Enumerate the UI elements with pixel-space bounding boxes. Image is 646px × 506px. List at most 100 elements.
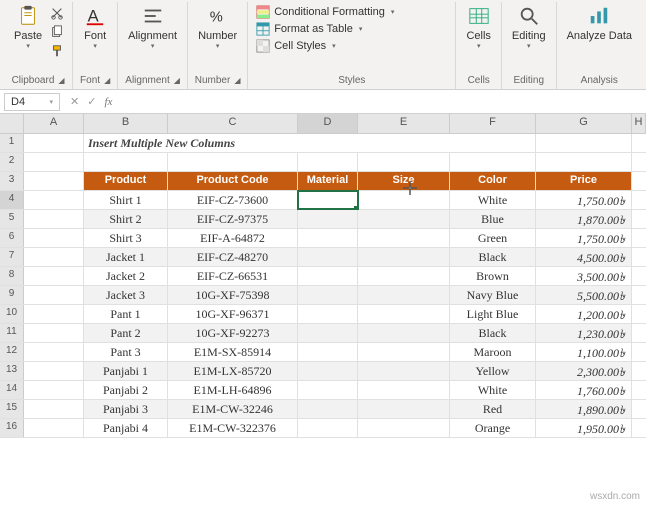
cell-size[interactable] bbox=[358, 248, 450, 266]
cell-color[interactable]: Yellow bbox=[450, 362, 536, 380]
conditional-formatting-button[interactable]: Conditional Formatting▾ bbox=[254, 4, 449, 20]
select-all-corner[interactable] bbox=[0, 114, 24, 133]
cell-price[interactable]: 1,100.00৳ bbox=[536, 343, 632, 361]
col-header-A[interactable]: A bbox=[24, 114, 84, 133]
cells-button[interactable]: Cells ▾ bbox=[462, 2, 494, 52]
row-header-10[interactable]: 10 bbox=[0, 305, 24, 323]
cell-size[interactable] bbox=[358, 305, 450, 323]
cell[interactable] bbox=[24, 419, 84, 437]
cell-material[interactable] bbox=[298, 419, 358, 437]
cell-material[interactable] bbox=[298, 362, 358, 380]
cell-product[interactable]: Panjabi 3 bbox=[84, 400, 168, 418]
cell[interactable] bbox=[84, 153, 168, 171]
row-header-2[interactable]: 2 bbox=[0, 153, 24, 171]
cell[interactable] bbox=[24, 305, 84, 323]
dialog-launcher-icon[interactable]: ◢ bbox=[58, 76, 64, 85]
cell-price[interactable]: 3,500.00৳ bbox=[536, 267, 632, 285]
cell-color[interactable]: White bbox=[450, 191, 536, 209]
cell-price[interactable]: 2,300.00৳ bbox=[536, 362, 632, 380]
cell-material[interactable] bbox=[298, 267, 358, 285]
cell[interactable] bbox=[298, 153, 358, 171]
font-button[interactable]: A Font ▾ bbox=[79, 2, 111, 52]
cell[interactable] bbox=[450, 153, 536, 171]
cell[interactable] bbox=[24, 153, 84, 171]
col-header-F[interactable]: F bbox=[450, 114, 536, 133]
cell-color[interactable]: Orange bbox=[450, 419, 536, 437]
table-header-code[interactable]: Product Code bbox=[168, 172, 298, 190]
cell-code[interactable]: E1M-LH-64896 bbox=[168, 381, 298, 399]
cell-code[interactable]: E1M-LX-85720 bbox=[168, 362, 298, 380]
cell[interactable] bbox=[24, 210, 84, 228]
col-header-C[interactable]: C bbox=[168, 114, 298, 133]
cell-size[interactable] bbox=[358, 343, 450, 361]
cell-size[interactable] bbox=[358, 400, 450, 418]
cell-material[interactable] bbox=[298, 229, 358, 247]
cell-code[interactable]: EIF-A-64872 bbox=[168, 229, 298, 247]
cell-color[interactable]: Light Blue bbox=[450, 305, 536, 323]
cell-material[interactable] bbox=[298, 191, 358, 209]
cell[interactable] bbox=[24, 286, 84, 304]
cell[interactable] bbox=[168, 153, 298, 171]
cell[interactable] bbox=[24, 362, 84, 380]
editing-button[interactable]: Editing ▾ bbox=[508, 2, 550, 52]
cell-code[interactable]: EIF-CZ-66531 bbox=[168, 267, 298, 285]
cell-size[interactable] bbox=[358, 419, 450, 437]
sheet-title[interactable]: Insert Multiple New Columns bbox=[84, 134, 536, 152]
format-painter-button[interactable] bbox=[48, 42, 66, 60]
copy-button[interactable] bbox=[48, 23, 66, 41]
cell-size[interactable] bbox=[358, 286, 450, 304]
table-header-product[interactable]: Product bbox=[84, 172, 168, 190]
enter-formula-button[interactable]: ✓ bbox=[87, 95, 96, 108]
row-header-12[interactable]: 12 bbox=[0, 343, 24, 361]
row-header-1[interactable]: 1 bbox=[0, 134, 24, 152]
cell-color[interactable]: Red bbox=[450, 400, 536, 418]
cell-color[interactable]: Black bbox=[450, 324, 536, 342]
cell-color[interactable]: Brown bbox=[450, 267, 536, 285]
cell-code[interactable]: E1M-CW-322376 bbox=[168, 419, 298, 437]
row-header-11[interactable]: 11 bbox=[0, 324, 24, 342]
cell[interactable] bbox=[24, 134, 84, 152]
cell-price[interactable]: 1,950.00৳ bbox=[536, 419, 632, 437]
cell-size[interactable] bbox=[358, 324, 450, 342]
cell-size[interactable] bbox=[358, 229, 450, 247]
cell-color[interactable]: White bbox=[450, 381, 536, 399]
cell-material[interactable] bbox=[298, 343, 358, 361]
dialog-launcher-icon[interactable]: ◢ bbox=[104, 76, 110, 85]
col-header-B[interactable]: B bbox=[84, 114, 168, 133]
name-box[interactable]: D4 ▾ bbox=[4, 93, 60, 111]
cell-size[interactable] bbox=[358, 362, 450, 380]
row-header-5[interactable]: 5 bbox=[0, 210, 24, 228]
row-header-3[interactable]: 3 bbox=[0, 172, 24, 190]
row-header-6[interactable]: 6 bbox=[0, 229, 24, 247]
cell-code[interactable]: EIF-CZ-73600 bbox=[168, 191, 298, 209]
col-header-H[interactable]: H bbox=[632, 114, 646, 133]
cell-price[interactable]: 1,750.00৳ bbox=[536, 229, 632, 247]
cell-product[interactable]: Jacket 3 bbox=[84, 286, 168, 304]
cell-product[interactable]: Jacket 2 bbox=[84, 267, 168, 285]
cell-product[interactable]: Panjabi 1 bbox=[84, 362, 168, 380]
row-header-16[interactable]: 16 bbox=[0, 419, 24, 437]
table-header-price[interactable]: Price bbox=[536, 172, 632, 190]
cell[interactable] bbox=[358, 153, 450, 171]
cell[interactable] bbox=[24, 248, 84, 266]
cell-size[interactable] bbox=[358, 267, 450, 285]
cell-size[interactable] bbox=[358, 210, 450, 228]
cell-color[interactable]: Navy Blue bbox=[450, 286, 536, 304]
cell-size[interactable] bbox=[358, 191, 450, 209]
col-header-D[interactable]: D bbox=[298, 114, 358, 133]
number-button[interactable]: % Number ▾ bbox=[194, 2, 241, 52]
cell-price[interactable]: 1,200.00৳ bbox=[536, 305, 632, 323]
cell-material[interactable] bbox=[298, 248, 358, 266]
row-header-14[interactable]: 14 bbox=[0, 381, 24, 399]
cell-code[interactable]: E1M-SX-85914 bbox=[168, 343, 298, 361]
cell[interactable] bbox=[24, 381, 84, 399]
cell-code[interactable]: EIF-CZ-48270 bbox=[168, 248, 298, 266]
cell-code[interactable]: E1M-CW-32246 bbox=[168, 400, 298, 418]
cancel-formula-button[interactable]: ✕ bbox=[70, 95, 79, 108]
cell-price[interactable]: 1,760.00৳ bbox=[536, 381, 632, 399]
cell-price[interactable]: 1,870.00৳ bbox=[536, 210, 632, 228]
dialog-launcher-icon[interactable]: ◢ bbox=[174, 76, 180, 85]
cell-price[interactable]: 1,890.00৳ bbox=[536, 400, 632, 418]
formula-input[interactable] bbox=[118, 94, 646, 110]
cell-code[interactable]: EIF-CZ-97375 bbox=[168, 210, 298, 228]
